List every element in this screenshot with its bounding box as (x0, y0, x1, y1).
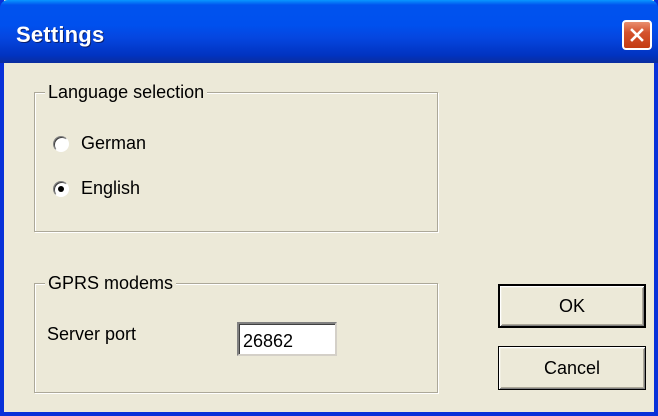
close-icon (630, 28, 644, 42)
server-port-label: Server port (47, 324, 137, 344)
cancel-button-label: Cancel (543, 357, 601, 378)
german-radio-button[interactable] (53, 135, 69, 152)
german-label: German (81, 133, 147, 153)
english-label: English (81, 178, 141, 198)
language-selection-legend: Language selection (45, 82, 208, 102)
gprs-modems-group: GPRS modems Server port (34, 273, 438, 393)
server-port-input[interactable] (237, 322, 337, 356)
settings-dialog: Settings Language selection German Engli… (0, 0, 658, 416)
cancel-button[interactable]: Cancel (498, 346, 646, 390)
ok-button-label: OK (558, 295, 585, 316)
close-button[interactable] (622, 20, 652, 50)
english-radio-button[interactable] (53, 180, 69, 197)
title-bar[interactable]: Settings (0, 0, 658, 63)
radio-option-english[interactable]: English (53, 178, 140, 199)
ok-button[interactable]: OK (498, 284, 646, 328)
language-selection-group: Language selection German English (34, 82, 438, 232)
radio-option-german[interactable]: German (53, 133, 146, 154)
gprs-modems-legend: GPRS modems (45, 273, 177, 293)
window-title: Settings (16, 22, 105, 47)
